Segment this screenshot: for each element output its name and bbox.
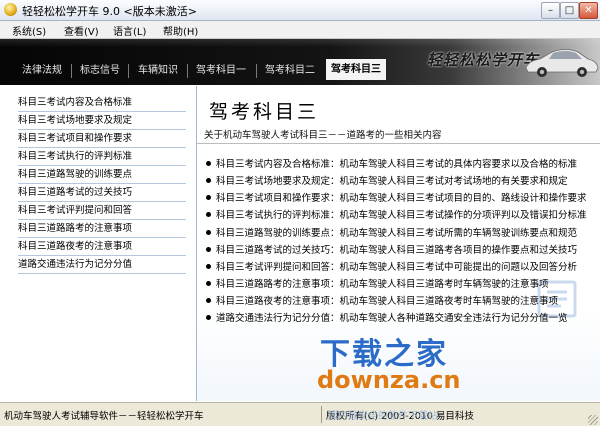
app-window: 轻轻松松学开车 9.0 <版本未激活> – □ ✕ 系统(S) 查看(V) 语言… — [0, 0, 600, 426]
watermark-tagline: 国内最安全的软件下载站 — [328, 411, 438, 422]
resize-grip-icon[interactable] — [588, 415, 598, 425]
bullet-icon — [206, 178, 211, 183]
list-item-text: 科目三道路考试的过关技巧：机动车驾驶人科目三道路考各项目的操作要点和过关技巧 — [216, 245, 578, 256]
bullet-icon — [206, 281, 211, 286]
list-item[interactable]: 道路交通违法行为记分分值：机动车驾驶人各种道路交通安全违法行为记分分值一览 — [206, 311, 596, 326]
list-item[interactable]: 科目三考试项目和操作要求：机动车驾驶人科目三考试项目的目的、路线设计和操作要求 — [206, 191, 596, 206]
list-item-text: 科目三道路夜考的注意事项：机动车驾驶人科目三道路夜考时车辆驾驶的注意事项 — [216, 296, 559, 307]
list-item-text: 科目三考试场地要求及规定：机动车驾驶人科目三考试对考试场地的有关要求和规定 — [216, 176, 568, 187]
title-divider — [197, 143, 600, 144]
bullet-icon — [206, 264, 211, 269]
nav-divider — [187, 64, 188, 78]
app-logo-icon — [4, 3, 17, 16]
tab-signs[interactable]: 标志信号 — [80, 64, 120, 78]
status-bar: 机动车驾驶人考试辅导软件－－轻轻松松学开车 版权所有(C) 2003-2010 … — [0, 402, 600, 426]
page-title: 驾考科目三 — [209, 101, 320, 123]
sidebar-item[interactable]: 科目三考试评判提问和回答 — [18, 202, 186, 220]
menu-view[interactable]: 查看(V) — [64, 23, 99, 38]
nav-shine — [0, 39, 600, 47]
sidebar-item[interactable]: 科目三考试场地要求及规定 — [18, 112, 186, 130]
tab-subject-one[interactable]: 驾考科目一 — [196, 64, 246, 78]
list-item[interactable]: 科目三考试评判提问和回答：机动车驾驶人科目三考试中可能提出的问题以及回答分析 — [206, 260, 596, 275]
tab-subject-two[interactable]: 驾考科目二 — [265, 64, 315, 78]
menu-language[interactable]: 语言(L) — [113, 23, 146, 38]
list-item-text: 道路交通违法行为记分分值：机动车驾驶人各种道路交通安全违法行为记分分值一览 — [216, 313, 568, 324]
menu-bar: 系统(S) 查看(V) 语言(L) 帮助(H) — [0, 21, 600, 39]
list-item-text: 科目三道路路考的注意事项：机动车驾驶人科目三道路考时车辆驾驶的注意事项 — [216, 279, 549, 290]
nav-divider — [256, 64, 257, 78]
bullet-icon — [206, 161, 211, 166]
list-item[interactable]: 科目三道路驾驶的训练要点：机动车驾驶人科目三考试所需的车辆驾驶训练要点和规范 — [206, 226, 596, 241]
menu-help[interactable]: 帮助(H) — [163, 23, 198, 38]
sidebar-item[interactable]: 科目三考试项目和操作要求 — [18, 130, 186, 148]
watermark-domain: downza.cn — [317, 366, 461, 394]
bullet-icon — [206, 298, 211, 303]
nav-divider — [128, 64, 129, 78]
list-item-text: 科目三考试评判提问和回答：机动车驾驶人科目三考试中可能提出的问题以及回答分析 — [216, 262, 578, 273]
sidebar-item[interactable]: 道路交通违法行为记分分值 — [18, 256, 186, 274]
tab-subject-three[interactable]: 驾考科目三 — [326, 59, 386, 80]
nav-divider — [71, 64, 72, 78]
status-description: 机动车驾驶人考试辅导软件－－轻轻松松学开车 — [4, 411, 204, 422]
sidebar-item[interactable]: 科目三考试执行的评判标准 — [18, 148, 186, 166]
list-item-text: 科目三考试项目和操作要求：机动车驾驶人科目三考试项目的目的、路线设计和操作要求 — [216, 193, 587, 204]
bullet-icon — [206, 247, 211, 252]
page-subtitle: 关于机动车驾驶人考试科目三－－道路考的一些相关内容 — [204, 130, 442, 141]
title-bar: 轻轻松松学开车 9.0 <版本未激活> – □ ✕ — [0, 0, 600, 21]
bullet-icon — [206, 230, 211, 235]
menu-system[interactable]: 系统(S) — [12, 23, 46, 38]
sidebar-item[interactable]: 科目三道路考试的过关技巧 — [18, 184, 186, 202]
list-item[interactable]: 科目三考试执行的评判标准：机动车驾驶人科目三考试操作的分项评判以及错误扣分标准 — [206, 208, 596, 223]
sidebar-item[interactable]: 科目三道路驾驶的训练要点 — [18, 166, 186, 184]
bullet-icon — [206, 195, 211, 200]
tab-laws[interactable]: 法律法规 — [22, 64, 62, 78]
list-item-text: 科目三考试执行的评判标准：机动车驾驶人科目三考试操作的分项评判以及错误扣分标准 — [216, 210, 587, 221]
list-item[interactable]: 科目三道路路考的注意事项：机动车驾驶人科目三道路考时车辆驾驶的注意事项 — [206, 277, 596, 292]
list-item[interactable]: 科目三考试场地要求及规定：机动车驾驶人科目三考试对考试场地的有关要求和规定 — [206, 174, 596, 189]
list-item[interactable]: 科目三考试内容及合格标准：机动车驾驶人科目三考试的具体内容要求以及合格的标准 — [206, 157, 596, 172]
close-button[interactable]: ✕ — [579, 2, 598, 19]
list-item[interactable]: 科目三道路考试的过关技巧：机动车驾驶人科目三道路考各项目的操作要点和过关技巧 — [206, 243, 596, 258]
bullet-icon — [206, 315, 211, 320]
minimize-button[interactable]: – — [541, 2, 560, 19]
status-divider — [321, 406, 322, 423]
sidebar-item[interactable]: 科目三考试内容及合格标准 — [18, 94, 186, 112]
bullet-icon — [206, 212, 211, 217]
list-item[interactable]: 科目三道路夜考的注意事项：机动车驾驶人科目三道路夜考时车辆驾驶的注意事项 — [206, 294, 596, 309]
sidebar-item[interactable]: 科目三道路夜考的注意事项 — [18, 238, 186, 256]
list-item-text: 科目三考试内容及合格标准：机动车驾驶人科目三考试的具体内容要求以及合格的标准 — [216, 159, 578, 170]
car-icon — [525, 49, 599, 77]
list-item-text: 科目三道路驾驶的训练要点：机动车驾驶人科目三考试所需的车辆驾驶训练要点和规范 — [216, 228, 578, 239]
content-pane: 驾考科目三 关于机动车驾驶人考试科目三－－道路考的一些相关内容 科目三考试内容及… — [197, 86, 600, 401]
sidebar: 科目三考试内容及合格标准 科目三考试场地要求及规定 科目三考试项目和操作要求 科… — [0, 86, 197, 401]
window-title: 轻轻松松学开车 9.0 <版本未激活> — [22, 5, 197, 18]
sidebar-item[interactable]: 科目三道路路考的注意事项 — [18, 220, 186, 238]
maximize-button[interactable]: □ — [560, 2, 579, 19]
tab-vehicle-knowledge[interactable]: 车辆知识 — [138, 64, 178, 78]
